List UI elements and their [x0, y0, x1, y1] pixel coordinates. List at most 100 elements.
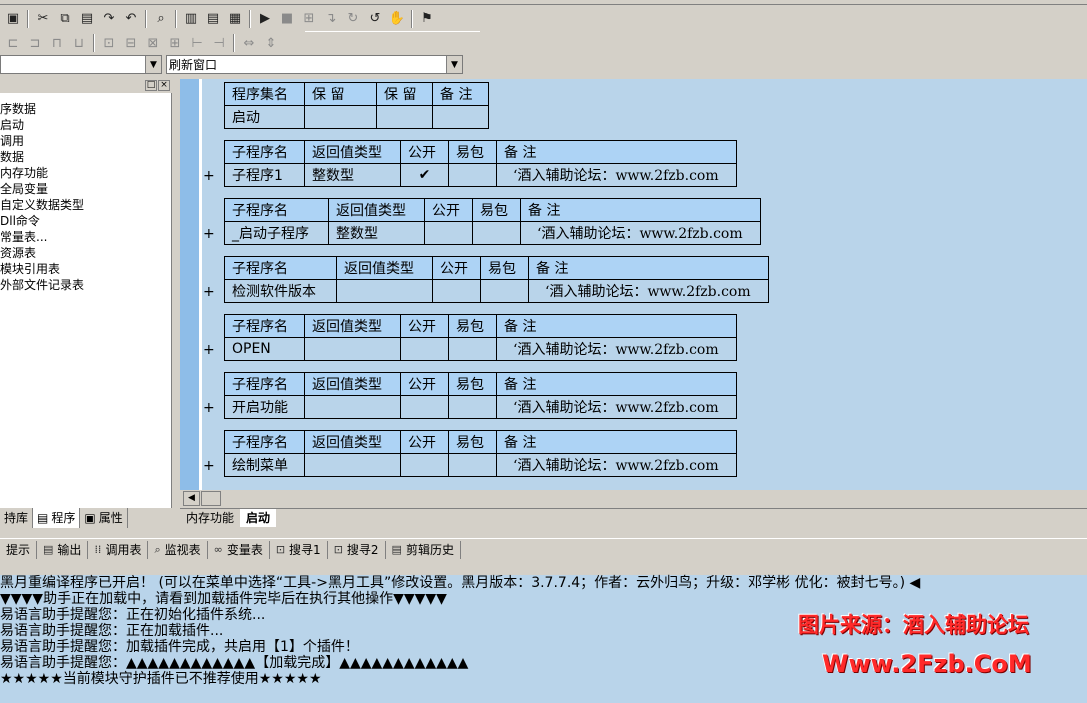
- hspace-icon[interactable]: ⊣: [208, 33, 230, 53]
- compile-icon[interactable]: ⚑: [416, 9, 438, 29]
- tab-hint[interactable]: 提示: [0, 540, 38, 559]
- tree-item[interactable]: 内存功能: [0, 165, 170, 181]
- align-top-icon[interactable]: ⊔: [68, 33, 90, 53]
- tree-item[interactable]: 外部文件记录表: [0, 277, 170, 293]
- table-cell[interactable]: 启动: [224, 105, 305, 129]
- comment-cell[interactable]: ‘酒入辅助论坛：www.2fzb.com: [528, 279, 769, 303]
- tree-item[interactable]: 资源表: [0, 245, 170, 261]
- scroll-left-icon[interactable]: ◀: [183, 491, 200, 506]
- package-cell[interactable]: [448, 337, 497, 361]
- output-panel[interactable]: 黑月重编译程序已开启！ (可以在菜单中选择“工具->黑月工具”修改设置。黑月版本…: [0, 575, 1087, 703]
- step-icon[interactable]: ⊞: [298, 9, 320, 29]
- tab-properties[interactable]: ▣ 属性: [80, 508, 128, 528]
- align-right-icon[interactable]: ⊓: [46, 33, 68, 53]
- tree-item[interactable]: 启动: [0, 117, 170, 133]
- align-mid-icon[interactable]: ⊡: [98, 33, 120, 53]
- tab-library[interactable]: 持库: [0, 508, 34, 528]
- comment-cell[interactable]: ‘酒入辅助论坛：www.2fzb.com: [496, 163, 737, 187]
- return-type-cell[interactable]: [304, 337, 401, 361]
- return-type-cell[interactable]: [336, 279, 433, 303]
- table-cell[interactable]: [376, 105, 433, 129]
- tree-item[interactable]: Dll命令: [0, 213, 170, 229]
- return-type-cell[interactable]: 整数型: [304, 163, 401, 187]
- align-left-icon[interactable]: ⊏: [2, 33, 24, 53]
- public-cell[interactable]: [432, 279, 481, 303]
- object-combo[interactable]: ▼: [0, 55, 162, 74]
- tab-call-table[interactable]: ⁞⁞ 调用表: [88, 540, 149, 559]
- close-icon[interactable]: ×: [158, 80, 170, 91]
- same-height-icon[interactable]: ⊞: [164, 33, 186, 53]
- editor-horizontal-scrollbar[interactable]: [180, 490, 1087, 507]
- tab-program[interactable]: ▤ 程序: [33, 508, 81, 528]
- sub-name-cell[interactable]: 检测软件版本: [224, 279, 337, 303]
- event-combo[interactable]: 刷新窗口 ▼: [166, 55, 463, 74]
- find-icon[interactable]: ⌕: [150, 9, 172, 29]
- public-cell[interactable]: [400, 337, 449, 361]
- package-cell[interactable]: [472, 221, 521, 245]
- comment-cell[interactable]: ‘酒入辅助论坛：www.2fzb.com: [496, 337, 737, 361]
- save-icon[interactable]: ▣: [2, 9, 24, 29]
- chevron-down-icon[interactable]: ▼: [446, 56, 462, 73]
- hand-icon[interactable]: ✋: [386, 9, 408, 29]
- scroll-thumb[interactable]: [201, 491, 221, 506]
- redo-icon[interactable]: ↷: [98, 9, 120, 29]
- stop-icon[interactable]: ■: [276, 9, 298, 29]
- tab-startup[interactable]: 启动: [240, 509, 277, 527]
- package-cell[interactable]: [448, 453, 497, 477]
- run-icon[interactable]: ▶: [254, 9, 276, 29]
- tab-watch[interactable]: ⌕ 监视表: [148, 540, 208, 559]
- align-center-icon[interactable]: ⊐: [24, 33, 46, 53]
- comment-cell[interactable]: ‘酒入辅助论坛：www.2fzb.com: [496, 453, 737, 477]
- center-icon[interactable]: ⇕: [260, 33, 282, 53]
- tree-item[interactable]: 序数据: [0, 101, 170, 117]
- public-cell[interactable]: [400, 395, 449, 419]
- step-into-icon[interactable]: ↴: [320, 9, 342, 29]
- tree-item[interactable]: 常量表...: [0, 229, 170, 245]
- public-cell[interactable]: [400, 453, 449, 477]
- layout3-icon[interactable]: ▦: [224, 9, 246, 29]
- tree-item[interactable]: 自定义数据类型: [0, 197, 170, 213]
- public-cell[interactable]: ✔: [400, 163, 449, 187]
- menu-bar[interactable]: [0, 0, 1087, 5]
- return-type-cell[interactable]: [304, 395, 401, 419]
- tab-clip-history[interactable]: ▤ 剪辑历史: [386, 540, 461, 559]
- package-cell[interactable]: [448, 163, 497, 187]
- sub-name-cell[interactable]: 开启功能: [224, 395, 305, 419]
- package-cell[interactable]: [480, 279, 529, 303]
- same-width-icon[interactable]: ⊠: [142, 33, 164, 53]
- tab-search1[interactable]: ⊡ 搜寻1: [270, 540, 328, 559]
- same-size-icon[interactable]: ⊢: [186, 33, 208, 53]
- undo-icon[interactable]: ↶: [120, 9, 142, 29]
- tree-item[interactable]: 全局变量: [0, 181, 170, 197]
- package-cell[interactable]: [448, 395, 497, 419]
- return-type-cell[interactable]: [304, 453, 401, 477]
- paste-icon[interactable]: ▤: [76, 9, 98, 29]
- cut-icon[interactable]: ✂: [32, 9, 54, 29]
- step-over-icon[interactable]: ↻: [342, 9, 364, 29]
- tree-item[interactable]: 数据: [0, 149, 170, 165]
- tab-memory-function[interactable]: 内存功能: [180, 509, 240, 527]
- expand-icon[interactable]: +: [203, 284, 215, 300]
- table-cell[interactable]: [304, 105, 377, 129]
- chevron-down-icon[interactable]: ▼: [145, 56, 161, 73]
- sub-name-cell[interactable]: _启动子程序: [224, 221, 329, 245]
- public-cell[interactable]: [424, 221, 473, 245]
- expand-icon[interactable]: +: [203, 342, 215, 358]
- layout1-icon[interactable]: ▥: [180, 9, 202, 29]
- return-type-cell[interactable]: 整数型: [328, 221, 425, 245]
- copy-icon[interactable]: ⧉: [54, 9, 76, 29]
- vspace-icon[interactable]: ⇔: [238, 33, 260, 53]
- expand-icon[interactable]: +: [203, 458, 215, 474]
- sub-name-cell[interactable]: 绘制菜单: [224, 453, 305, 477]
- layout2-icon[interactable]: ▤: [202, 9, 224, 29]
- tree-item[interactable]: 调用: [0, 133, 170, 149]
- sub-name-cell[interactable]: 子程序1: [224, 163, 305, 187]
- table-cell[interactable]: [432, 105, 489, 129]
- restore-icon[interactable]: □: [145, 80, 157, 91]
- step-out-icon[interactable]: ↺: [364, 9, 386, 29]
- expand-icon[interactable]: +: [203, 226, 215, 242]
- tab-search2[interactable]: ⊡ 搜寻2: [328, 540, 386, 559]
- sub-name-cell[interactable]: OPEN: [224, 337, 305, 361]
- tree-item[interactable]: 模块引用表: [0, 261, 170, 277]
- expand-icon[interactable]: +: [203, 168, 215, 184]
